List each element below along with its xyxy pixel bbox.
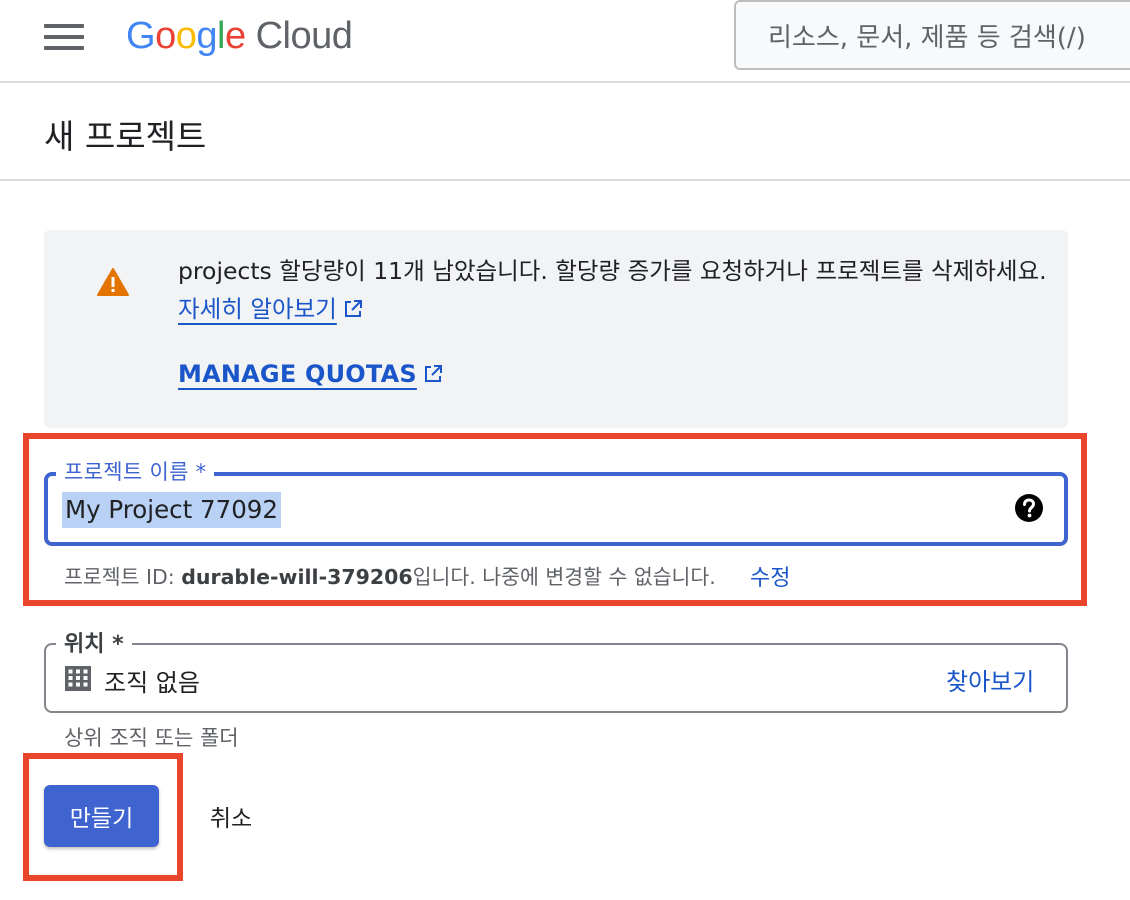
search-input[interactable]: 리소스, 문서, 제품 등 검색(/) (734, 0, 1130, 70)
logo-letter: g (196, 14, 217, 57)
project-name-input[interactable]: My Project 77092 (62, 492, 281, 528)
project-id-hint-prefix: 프로젝트 ID: (64, 565, 182, 589)
logo-letter: l (216, 14, 225, 57)
header-divider (0, 81, 1130, 83)
location-value: 조직 없음 (104, 669, 200, 697)
quota-message: projects 할당량이 11개 남았습니다. 할당량 증가를 요청하거나 프… (178, 257, 1047, 285)
page-title: 새 프로젝트 (44, 117, 207, 156)
browse-button[interactable]: 찾아보기 (946, 662, 1034, 697)
logo-letter: e (224, 14, 246, 57)
building-icon (65, 666, 91, 691)
create-button[interactable]: 만들기 (44, 785, 159, 847)
main-menu-icon[interactable] (44, 24, 84, 50)
project-id-hint-suffix: 입니다. 나중에 변경할 수 없습니다. (412, 565, 716, 589)
help-icon[interactable] (1014, 493, 1044, 523)
manage-quotas-label: MANAGE QUOTAS (178, 360, 417, 388)
location-label: 위치 * (56, 626, 132, 658)
logo-letter: o (155, 14, 176, 57)
quota-notice-text: projects 할당량이 11개 남았습니다. 할당량 증가를 요청하거나 프… (178, 252, 1048, 328)
edit-project-id-link[interactable]: 수정 (750, 560, 790, 592)
learn-more-label: 자세히 알아보기 (178, 295, 337, 323)
learn-more-link[interactable]: 자세히 알아보기 (178, 295, 337, 323)
location-hint: 상위 조직 또는 폴더 (64, 726, 239, 750)
warning-icon (97, 268, 129, 296)
cancel-button[interactable]: 취소 (196, 785, 266, 847)
search-placeholder: 리소스, 문서, 제품 등 검색(/) (768, 22, 1086, 53)
project-id-hint: 프로젝트 ID: durable-will-379206입니다. 나중에 변경할… (64, 560, 716, 590)
title-divider (0, 179, 1130, 181)
project-id-value: durable-will-379206 (181, 565, 413, 589)
logo-letter: G (126, 14, 156, 57)
logo-letter: o (175, 14, 197, 57)
external-link-icon (344, 300, 362, 317)
manage-quotas-link[interactable]: MANAGE QUOTAS (178, 360, 443, 388)
project-name-label: 프로젝트 이름 * (56, 456, 215, 486)
google-cloud-logo[interactable]: Go o g l e Cloud (126, 12, 353, 60)
external-link-icon (424, 365, 442, 382)
logo-product-name: Cloud (255, 14, 353, 57)
